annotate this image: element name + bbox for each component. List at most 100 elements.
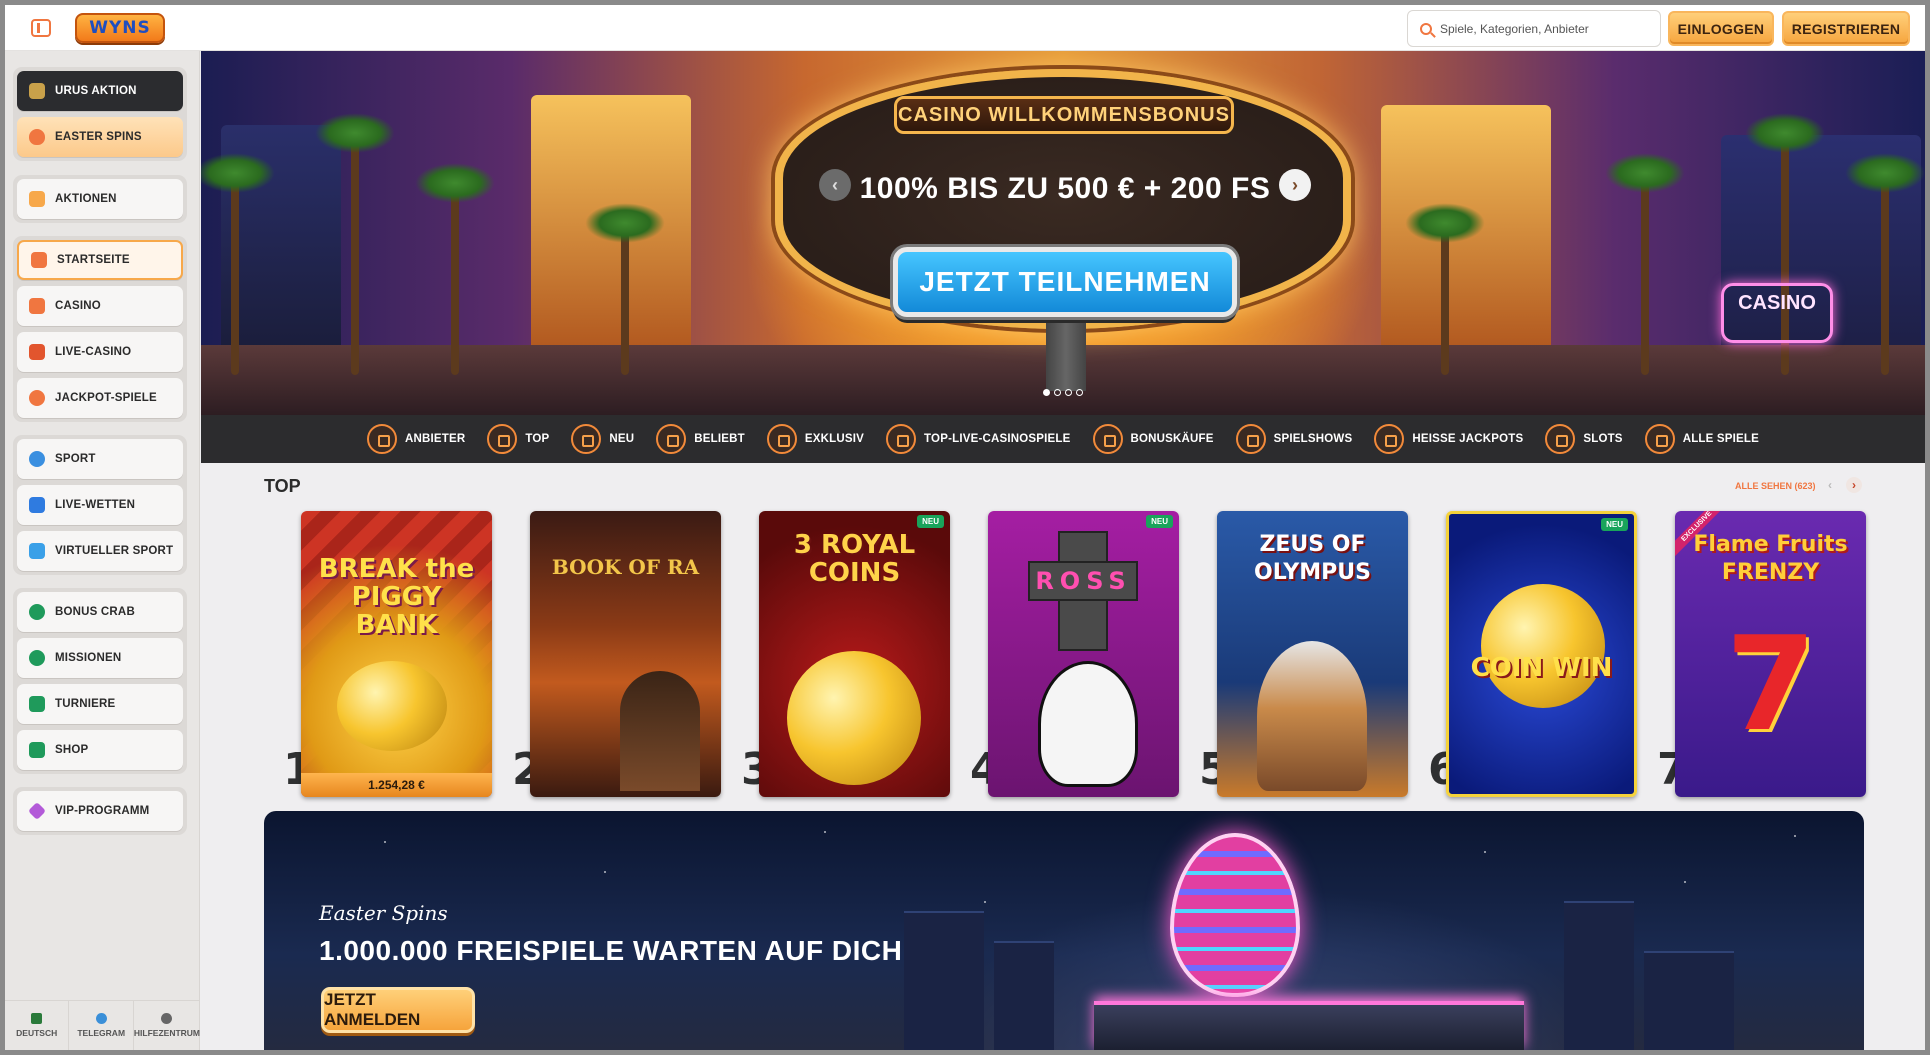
site-logo[interactable]: WYNS	[75, 13, 165, 43]
category-label: BONUSKÄUFE	[1130, 433, 1214, 445]
hero-next-button[interactable]: ›	[1279, 169, 1311, 201]
game-tile[interactable]: 7 EXCLUSIVE Flame Fruits FRENZY 7	[1657, 511, 1866, 797]
star-dot	[1794, 835, 1796, 837]
zeus-art	[1257, 641, 1367, 791]
search-box[interactable]	[1407, 10, 1661, 47]
category-top[interactable]: TOP	[487, 424, 549, 454]
search-input[interactable]	[1440, 21, 1640, 36]
carousel-dots	[1043, 389, 1083, 396]
sidebar-item-label: SHOP	[55, 744, 89, 756]
palm-tree	[1605, 153, 1685, 375]
telegram-link[interactable]: TELEGRAM	[69, 1001, 134, 1050]
cards-icon	[29, 344, 45, 360]
sidebar-item-casino[interactable]: CASINO	[17, 286, 183, 326]
fire-icon	[656, 424, 687, 454]
sign-up-button[interactable]: JETZT ANMELDEN	[321, 987, 475, 1033]
category-label: SLOTS	[1583, 433, 1623, 445]
category-beliebt[interactable]: BELIEBT	[656, 424, 745, 454]
sidebar-toggle-icon[interactable]	[31, 19, 51, 37]
sidebar-item-turniere[interactable]: TURNIERE	[17, 684, 183, 724]
sidebar-item-live-wetten[interactable]: LIVE-WETTEN	[17, 485, 183, 525]
telegram-icon	[95, 1013, 107, 1024]
game-tile[interactable]: 5 ZEUS OF OLYMPUS	[1199, 511, 1408, 797]
sidebar-item-easter-spins[interactable]: EASTER SPINS	[17, 117, 183, 157]
register-button[interactable]: REGISTRIEREN	[1782, 11, 1910, 46]
bonus-amount: 100% BIS ZU 500 € + 200 FS	[859, 172, 1271, 205]
star-dot	[824, 831, 826, 833]
hero-banner[interactable]: CASINO CASINO WILLKOMMENSBONUS 100% BIS …	[201, 51, 1925, 415]
game-card-book-of-ra[interactable]: BOOK OF RA	[530, 511, 721, 797]
see-all-link[interactable]: ALLE SEHEN (623)	[1735, 481, 1816, 491]
help-center-link[interactable]: HILFEZENTRUM	[134, 1001, 200, 1050]
palm-tree	[585, 203, 665, 375]
sidebar-item-urus-aktion[interactable]: URUS AKTION	[17, 71, 183, 111]
sidebar-item-label: SPORT	[55, 453, 96, 465]
game-tile[interactable]: 2 BOOK OF RA	[512, 511, 721, 797]
sidebar-item-bonus-crab[interactable]: BONUS CRAB	[17, 592, 183, 632]
carousel-dot[interactable]	[1043, 389, 1050, 396]
seven-symbol-art: 7	[1725, 608, 1817, 760]
sidebar: URUS AKTION EASTER SPINS AKTIONEN STARTS…	[5, 51, 200, 1050]
category-spielshows[interactable]: SPIELSHOWS	[1235, 424, 1353, 454]
cherries-icon	[1644, 424, 1675, 454]
sidebar-item-live-casino[interactable]: LIVE-CASINO	[17, 332, 183, 372]
sidebar-item-label: JACKPOT-SPIELE	[55, 392, 157, 404]
game-card-piggy-bank[interactable]: BREAK the PIGGY BANK 1.254,28 €	[301, 511, 492, 797]
join-now-button[interactable]: JETZT TEILNEHMEN	[893, 247, 1237, 317]
logo-text: WYNS	[89, 18, 151, 38]
language-selector[interactable]: DEUTSCH	[5, 1001, 70, 1050]
basket-icon	[29, 742, 45, 758]
jackpot-amount: 1.254,28 €	[301, 773, 492, 797]
basketball-icon	[29, 451, 45, 467]
promo-subtitle: Easter Spins	[319, 901, 448, 925]
category-heisse-jackpots[interactable]: HEISSE JACKPOTS	[1374, 424, 1523, 454]
category-alle-spiele[interactable]: ALLE SPIELE	[1644, 424, 1759, 454]
carousel-dot[interactable]	[1054, 389, 1061, 396]
target-icon	[29, 650, 45, 666]
row-next-button[interactable]: ›	[1846, 477, 1862, 493]
game-tile[interactable]: 4 NEU ROSS	[970, 511, 1179, 797]
game-tile[interactable]: 6 NEU COIN WIN	[1428, 511, 1637, 797]
cat-art	[1038, 661, 1138, 787]
star-dot	[984, 901, 986, 903]
game-tile[interactable]: 1 BREAK the PIGGY BANK 1.254,28 €	[283, 511, 492, 797]
city-building	[904, 911, 984, 1050]
sidebar-item-aktionen[interactable]: AKTIONEN	[17, 179, 183, 219]
hero-prev-button[interactable]: ‹	[819, 169, 851, 201]
category-anbieter[interactable]: ANBIETER	[366, 424, 465, 454]
sidebar-item-jackpot-spiele[interactable]: JACKPOT-SPIELE	[17, 378, 183, 418]
coin-art	[787, 651, 921, 785]
game-card-ross[interactable]: NEU ROSS	[988, 511, 1179, 797]
diamond-icon	[27, 801, 47, 821]
sidebar-item-missionen[interactable]: MISSIONEN	[17, 638, 183, 678]
carousel-dot[interactable]	[1065, 389, 1072, 396]
easter-promo-banner[interactable]: Easter Spins 1.000.000 FREISPIELE WARTEN…	[264, 811, 1864, 1050]
row-prev-button[interactable]: ‹	[1822, 477, 1838, 493]
footer-label: HILFEZENTRUM	[133, 1028, 201, 1038]
category-neu[interactable]: NEU	[571, 424, 634, 454]
category-top-live-casino[interactable]: TOP-LIVE-CASINOSPIELE	[886, 424, 1070, 454]
login-button[interactable]: EINLOGGEN	[1668, 11, 1774, 46]
carousel-dot[interactable]	[1076, 389, 1083, 396]
game-tile[interactable]: 3 NEU 3 ROYAL COINS	[741, 511, 950, 797]
category-bonuskaeufe[interactable]: BONUSKÄUFE	[1092, 424, 1214, 454]
category-slots[interactable]: SLOTS	[1545, 424, 1622, 454]
game-card-3-royal-coins[interactable]: NEU 3 ROYAL COINS	[759, 511, 950, 797]
sidebar-item-label: STARTSEITE	[57, 254, 130, 266]
game-title: 3 ROYAL COINS	[793, 530, 916, 588]
sidebar-item-startseite[interactable]: STARTSEITE	[17, 240, 183, 280]
sidebar-item-vip-programm[interactable]: VIP-PROGRAMM	[17, 791, 183, 831]
game-card-zeus-of-olympus[interactable]: ZEUS OF OLYMPUS	[1217, 511, 1408, 797]
sidebar-item-sport[interactable]: SPORT	[17, 439, 183, 479]
star-dot	[604, 871, 606, 873]
game-card-flame-fruits-frenzy[interactable]: EXCLUSIVE Flame Fruits FRENZY 7	[1675, 511, 1866, 797]
sidebar-sport-group: SPORT LIVE-WETTEN VIRTUELLER SPORT	[13, 435, 187, 575]
game-title: ZEUS OF OLYMPUS	[1254, 532, 1371, 585]
category-label: EXKLUSIV	[804, 433, 865, 445]
footer-label: TELEGRAM	[77, 1028, 126, 1038]
sidebar-item-shop[interactable]: SHOP	[17, 730, 183, 770]
game-card-coin-win[interactable]: NEU COIN WIN	[1446, 511, 1637, 797]
category-exklusiv[interactable]: EXKLUSIV	[766, 424, 865, 454]
crab-icon	[29, 604, 45, 620]
sidebar-item-virtueller-sport[interactable]: VIRTUELLER SPORT	[17, 531, 183, 571]
